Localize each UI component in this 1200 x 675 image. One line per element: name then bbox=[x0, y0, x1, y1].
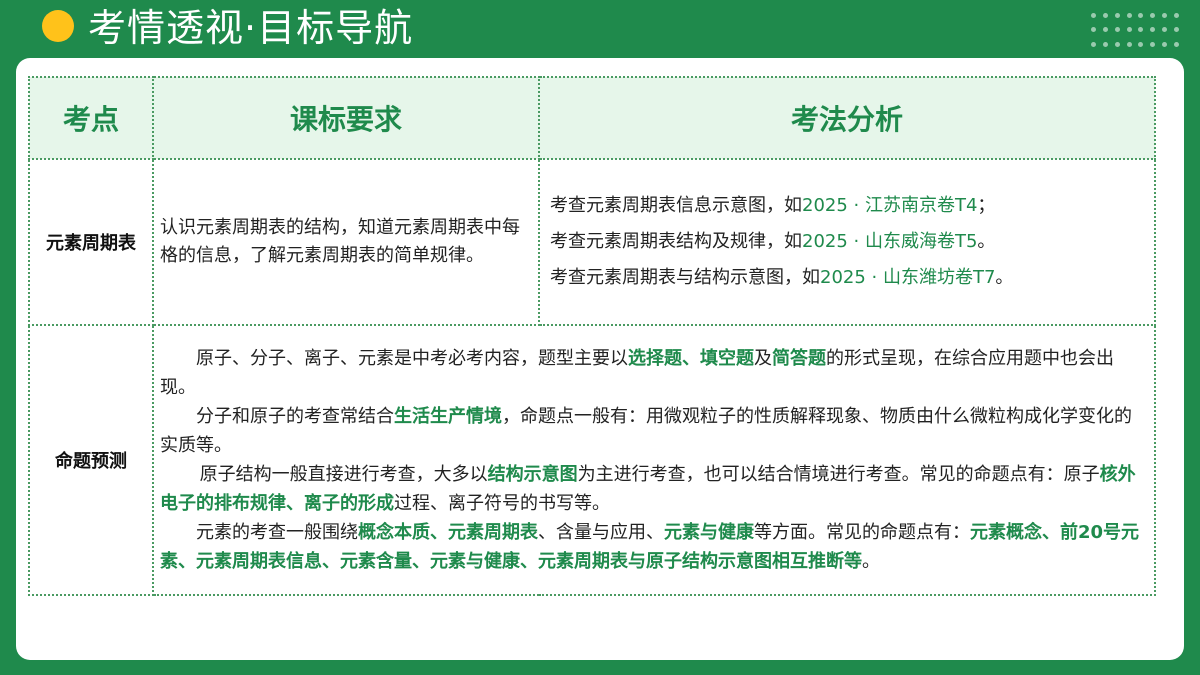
exam-source: 2025 · 山东威海卷T5 bbox=[802, 231, 978, 252]
content-card: 考点 课标要求 考法分析 元素周期表 认识元素周期表的结构，知道元素周期表中每格… bbox=[16, 58, 1184, 660]
keyword: 生活生产情境 bbox=[394, 406, 502, 427]
exam-source: 2025 · 山东潍坊卷T7 bbox=[820, 267, 996, 288]
prediction-paragraph: 原子、分子、离子、元素是中考必考内容，题型主要以选择题、填空题及简答题的形式呈现… bbox=[160, 348, 1114, 398]
title-bullet-dot bbox=[42, 10, 74, 42]
keyword: 选择题 bbox=[628, 348, 682, 369]
prediction-paragraph: 元素的考查一般围绕概念本质、元素周期表、含量与应用、元素与健康等方面。常见的命题… bbox=[160, 522, 1140, 572]
keyword: 填空题 bbox=[700, 348, 754, 369]
table-header-row: 考点 课标要求 考法分析 bbox=[28, 76, 1156, 160]
keyword: 元素与健康 bbox=[664, 522, 754, 543]
table-row: 命题预测 原子、分子、离子、元素是中考必考内容，题型主要以选择题、填空题及简答题… bbox=[28, 324, 1156, 596]
keyword: 概念本质、元素周期表 bbox=[358, 522, 538, 543]
analysis-line: 考查元素周期表信息示意图，如2025 · 江苏南京卷T4； bbox=[550, 195, 996, 216]
prediction-paragraph: 分子和原子的考查常结合生活生产情境，命题点一般有：用微观粒子的性质解释现象、物质… bbox=[160, 406, 1132, 456]
exam-analysis-table: 考点 课标要求 考法分析 元素周期表 认识元素周期表的结构，知道元素周期表中每格… bbox=[28, 76, 1156, 596]
decorative-dot-grid bbox=[1090, 10, 1180, 50]
analysis-line: 考查元素周期表与结构示意图，如2025 · 山东潍坊卷T7。 bbox=[550, 267, 1014, 288]
row-label-prediction: 命题预测 bbox=[28, 324, 154, 596]
prediction-paragraph: 原子结构一般直接进行考查，大多以结构示意图为主进行考查，也可以结合情境进行考查。… bbox=[160, 464, 1136, 514]
page-title: 考情透视·目标导航 bbox=[88, 6, 414, 50]
analysis-cell: 考查元素周期表信息示意图，如2025 · 江苏南京卷T4； 考查元素周期表结构及… bbox=[538, 158, 1156, 326]
prediction-cell: 原子、分子、离子、元素是中考必考内容，题型主要以选择题、填空题及简答题的形式呈现… bbox=[152, 324, 1156, 596]
column-header-requirement: 课标要求 bbox=[152, 76, 540, 160]
row-label-periodic-table: 元素周期表 bbox=[28, 158, 154, 326]
analysis-line: 考查元素周期表结构及规律，如2025 · 山东威海卷T5。 bbox=[550, 231, 996, 252]
keyword: 简答题 bbox=[772, 348, 826, 369]
column-header-analysis: 考法分析 bbox=[538, 76, 1156, 160]
keyword: 结构示意图 bbox=[487, 464, 578, 485]
table-row: 元素周期表 认识元素周期表的结构，知道元素周期表中每格的信息，了解元素周期表的简… bbox=[28, 158, 1156, 326]
requirement-cell: 认识元素周期表的结构，知道元素周期表中每格的信息，了解元素周期表的简单规律。 bbox=[152, 158, 540, 326]
column-header-kaodian: 考点 bbox=[28, 76, 154, 160]
exam-source: 2025 · 江苏南京卷T4 bbox=[802, 195, 978, 216]
